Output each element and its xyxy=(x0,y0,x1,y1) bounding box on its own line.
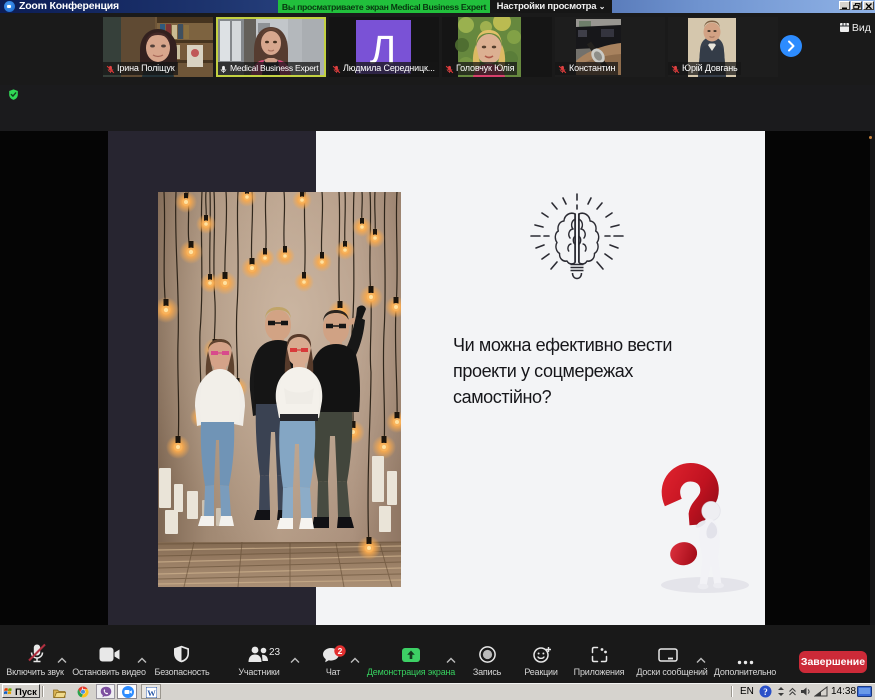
svg-text:2: 2 xyxy=(338,646,343,656)
svg-text:?: ? xyxy=(763,687,768,697)
svg-text:W: W xyxy=(147,687,156,697)
